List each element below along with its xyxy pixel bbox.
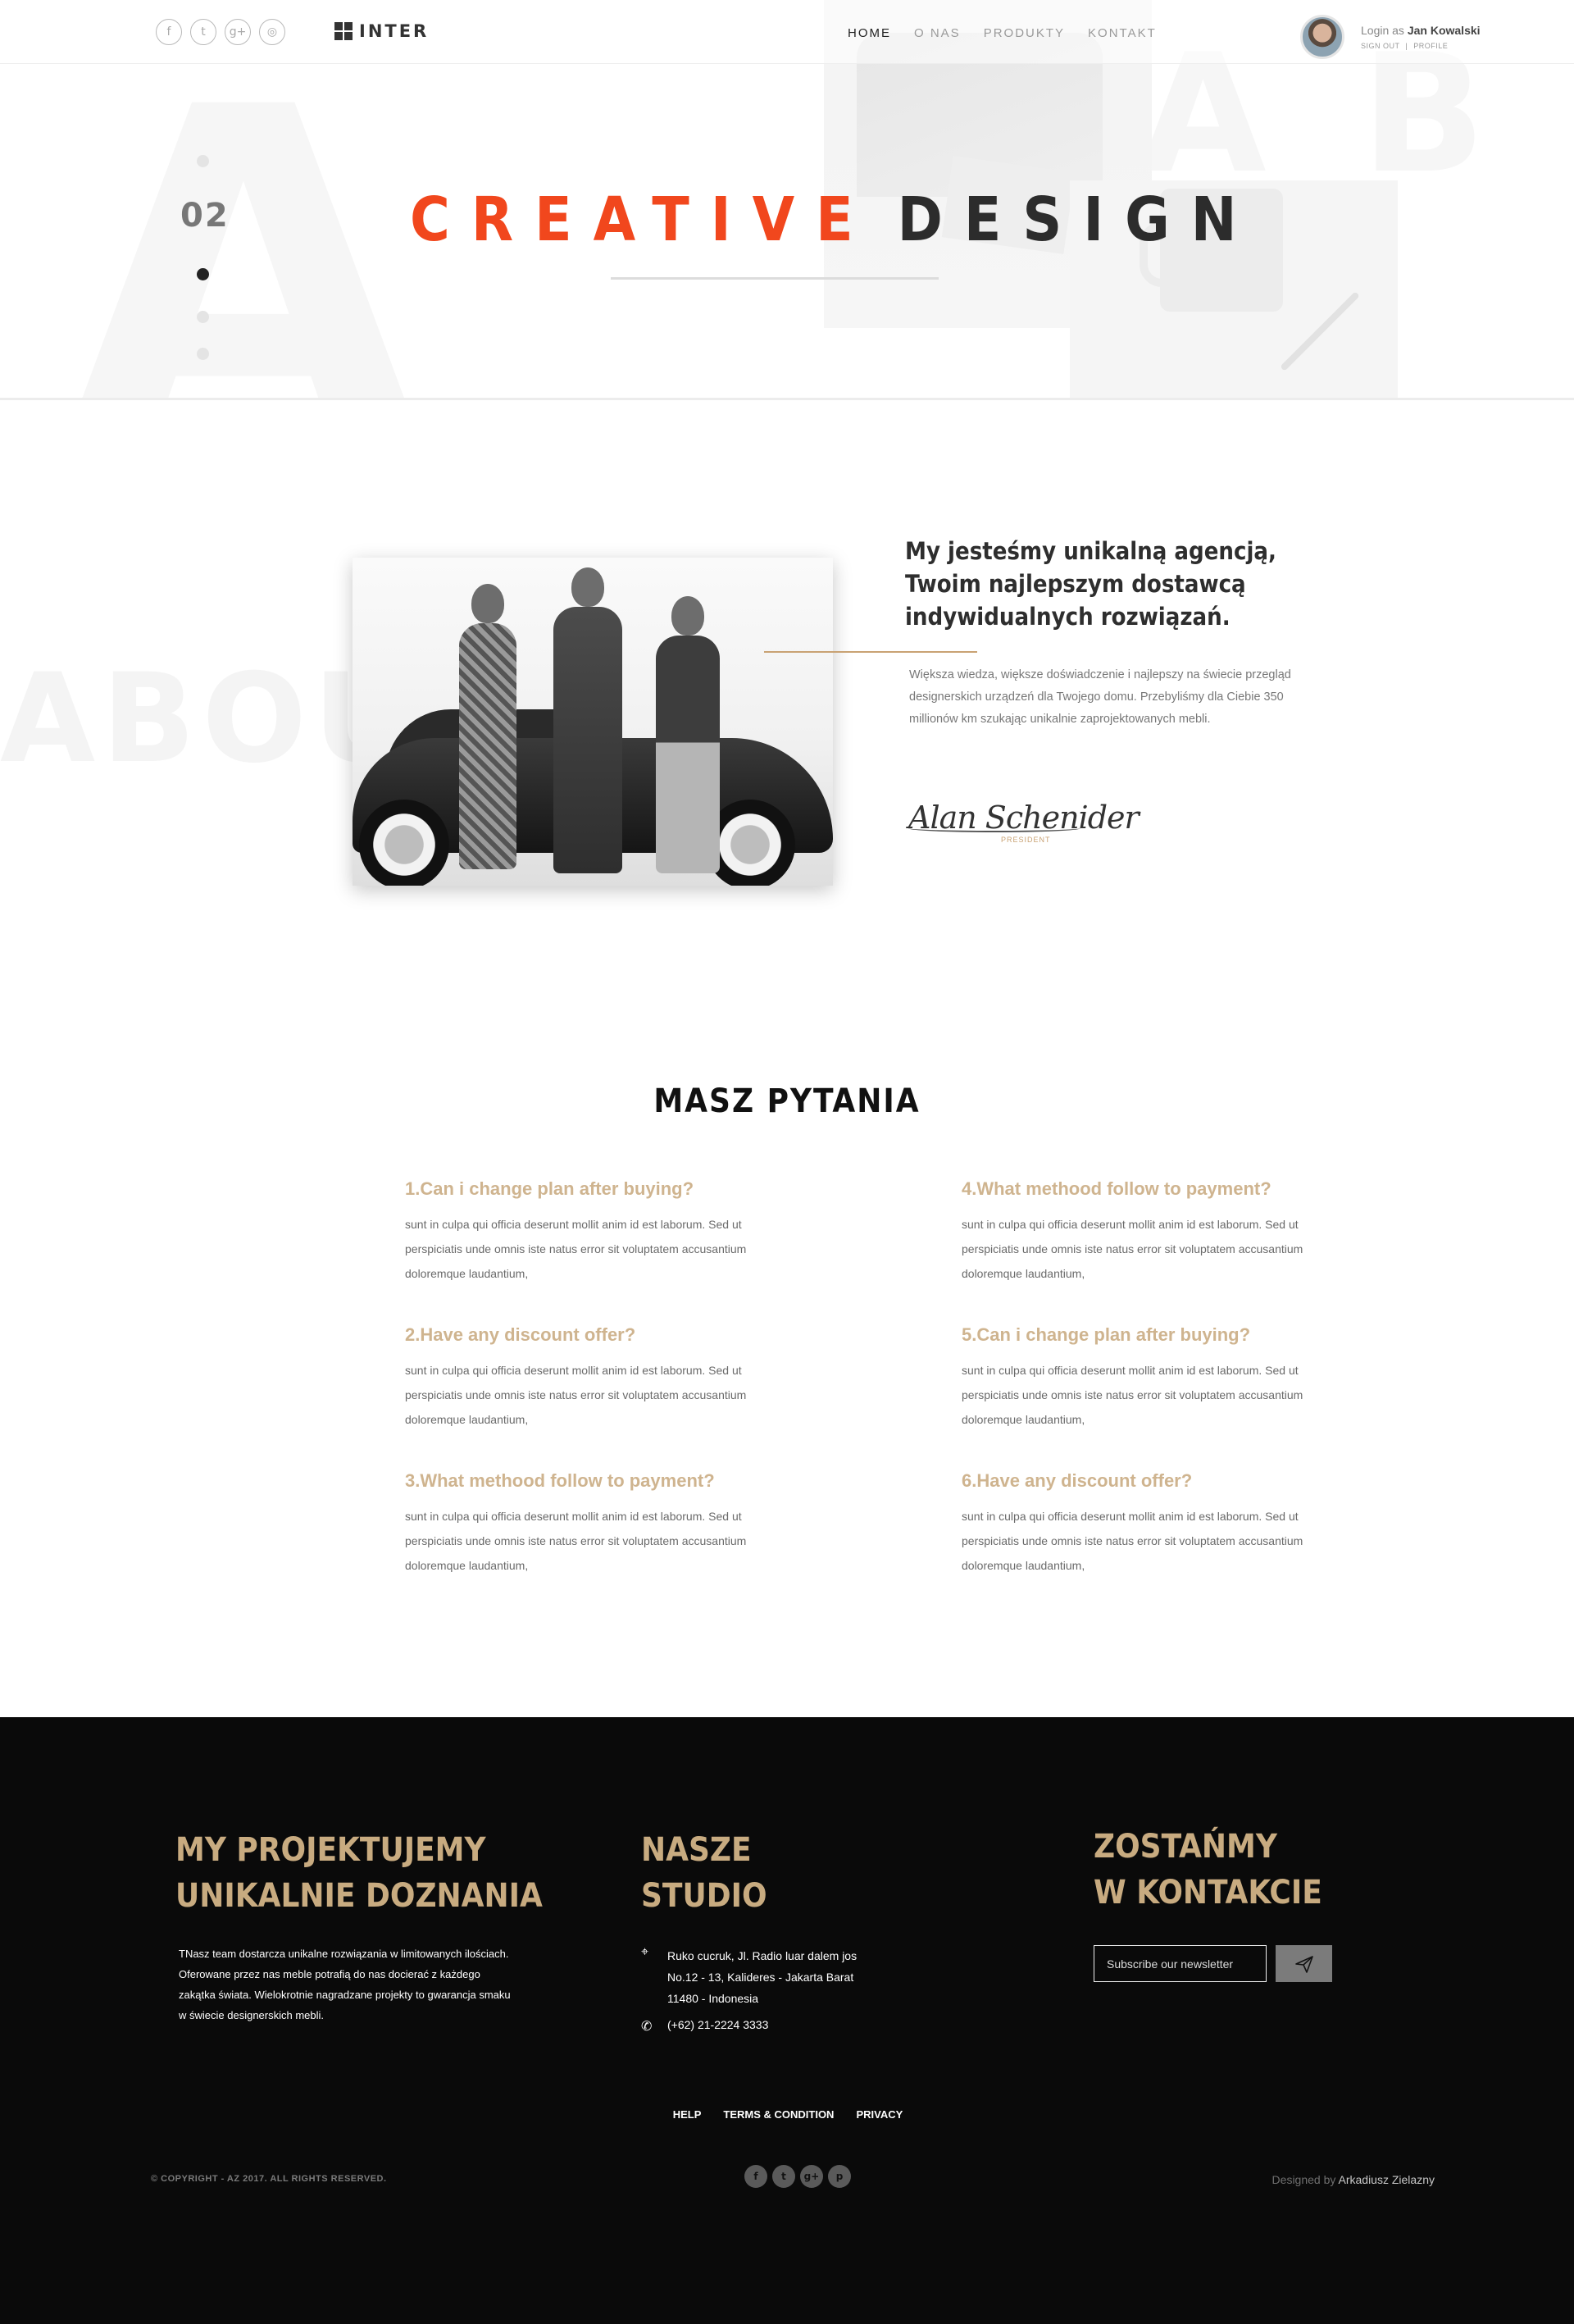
- user-info: Login as Jan Kowalski SIGN OUT | PROFILE: [1361, 24, 1481, 50]
- user-links: SIGN OUT | PROFILE: [1361, 42, 1481, 50]
- slider-dot-4[interactable]: [197, 348, 209, 360]
- logo-text: INTER: [359, 21, 430, 41]
- google-plus-icon[interactable]: g+: [800, 2165, 823, 2188]
- faq-item: 4.What methood follow to payment? sunt i…: [962, 1178, 1331, 1286]
- photo-pen: [1280, 291, 1360, 371]
- designed-prefix: Designed by: [1271, 2173, 1336, 2186]
- footer-col3-heading-line1: ZOSTAŃMY: [1094, 1828, 1277, 1866]
- footer-address: ⌖ Ruko cucruk, Jl. Radio luar dalem jos …: [641, 1945, 880, 2009]
- hero-bg-letter: A: [66, 11, 421, 400]
- footer-col2-heading: NASZE STUDIO: [641, 1827, 767, 1919]
- instagram-icon[interactable]: ◎: [259, 19, 285, 45]
- sign-out-link[interactable]: SIGN OUT: [1361, 42, 1399, 50]
- login-line: Login as Jan Kowalski: [1361, 24, 1481, 37]
- slide-number: 02: [180, 197, 230, 235]
- nav-o-nas[interactable]: O NAS: [914, 26, 961, 40]
- map-pin-icon: ⌖: [641, 1945, 649, 1959]
- phone-icon: ✆: [641, 2020, 653, 2034]
- address-text: Ruko cucruk, Jl. Radio luar dalem jos No…: [667, 1949, 858, 2005]
- faq-item: 1.Can i change plan after buying? sunt i…: [405, 1178, 774, 1286]
- avatar[interactable]: [1300, 15, 1344, 59]
- footer-phone: ✆ (+62) 21-2224 3333: [641, 2018, 768, 2035]
- faq-question: 2.Have any discount offer?: [405, 1324, 636, 1345]
- send-icon: [1294, 1955, 1313, 1973]
- about-photo: [353, 558, 833, 886]
- faq-question: 6.Have any discount offer?: [962, 1470, 1193, 1491]
- site-logo[interactable]: INTER: [334, 21, 429, 41]
- faq-answer: sunt in culpa qui officia deserunt molli…: [962, 1510, 1303, 1572]
- newsletter-send-button[interactable]: [1276, 1945, 1332, 1982]
- slider-dot-2-active[interactable]: [197, 268, 209, 280]
- faq-item: 2.Have any discount offer? sunt in culpa…: [405, 1324, 774, 1432]
- footer-social-links: f t g+ p: [744, 2165, 851, 2188]
- photo-man: [459, 584, 516, 869]
- signature-role: PRESIDENT: [1001, 836, 1051, 844]
- hero-title-rest: DESIGN: [897, 185, 1258, 255]
- facebook-icon[interactable]: f: [744, 2165, 767, 2188]
- hero-title: CREATIVE DESIGN: [410, 185, 1236, 255]
- copyright: © COPYRIGHT - AZ 2017. ALL RIGHTS RESERV…: [151, 2174, 387, 2184]
- footer-col3-heading: ZOSTAŃMY W KONTAKCIE: [1094, 1824, 1322, 1916]
- faq-title: MASZ PYTANIA: [653, 1082, 921, 1120]
- nav-produkty[interactable]: PRODUKTY: [984, 26, 1065, 40]
- faq-question: 5.Can i change plan after buying?: [962, 1324, 1251, 1345]
- faq-question: 1.Can i change plan after buying?: [405, 1178, 694, 1199]
- google-plus-icon[interactable]: g+: [225, 19, 251, 45]
- footer-col1-heading: MY PROJEKTUJEMY UNIKALNIE DOZNANIA: [175, 1827, 543, 1919]
- faq-question: 4.What methood follow to payment?: [962, 1178, 1271, 1199]
- designed-by: Designed by Arkadiusz Zielazny: [1272, 2173, 1435, 2186]
- twitter-icon[interactable]: t: [190, 19, 216, 45]
- about-accent-line: [764, 651, 977, 653]
- logo-grid-icon: [334, 22, 353, 40]
- about-heading: My jesteśmy unikalną agencją, Twoim najl…: [905, 537, 1276, 631]
- faq-answer: sunt in culpa qui officia deserunt molli…: [405, 1510, 747, 1572]
- hero-divider: [611, 277, 939, 280]
- photo-man: [656, 596, 720, 873]
- user-links-separator: |: [1405, 42, 1408, 50]
- footer-link-terms[interactable]: TERMS & CONDITION: [723, 2108, 834, 2121]
- footer-about-text: TNasz team dostarcza unikalne rozwiązani…: [179, 1948, 511, 2021]
- user-panel: Login as Jan Kowalski SIGN OUT | PROFILE: [1300, 15, 1481, 59]
- footer-col2-heading-line1: NASZE: [641, 1831, 752, 1869]
- login-prefix: Login as: [1361, 24, 1404, 37]
- signature-name: Alan Schenider: [908, 800, 1140, 836]
- profile-link[interactable]: PROFILE: [1413, 42, 1448, 50]
- main-nav: HOME O NAS PRODUKTY KONTAKT: [848, 26, 1157, 40]
- facebook-icon[interactable]: f: [156, 19, 182, 45]
- footer-col1-heading-line1: MY PROJEKTUJEMY: [175, 1831, 486, 1869]
- nav-home[interactable]: HOME: [848, 26, 891, 40]
- pinterest-icon[interactable]: p: [828, 2165, 851, 2188]
- footer-col3-heading-line2: W KONTAKCIE: [1094, 1874, 1322, 1912]
- faq-question: 3.What methood follow to payment?: [405, 1470, 715, 1491]
- twitter-icon[interactable]: t: [772, 2165, 795, 2188]
- faq-item: 6.Have any discount offer? sunt in culpa…: [962, 1470, 1331, 1578]
- faq-answer: sunt in culpa qui officia deserunt molli…: [962, 1218, 1303, 1280]
- footer-link-privacy[interactable]: PRIVACY: [856, 2108, 903, 2121]
- site-header: f t g+ ◎ INTER HOME O NAS PRODUKTY KONTA…: [0, 0, 1574, 64]
- photo-scene: [353, 558, 833, 886]
- footer-links: HELP TERMS & CONDITION PRIVACY: [0, 2108, 1574, 2121]
- designer-name[interactable]: Arkadiusz Zielazny: [1339, 2173, 1435, 2186]
- slider-dot-1[interactable]: [197, 155, 209, 167]
- faq-item: 5.Can i change plan after buying? sunt i…: [962, 1324, 1331, 1432]
- user-name: Jan Kowalski: [1407, 24, 1481, 37]
- signature: Alan Schenider PRESIDENT: [908, 800, 1140, 844]
- photo-man: [553, 567, 622, 873]
- footer-col2-heading-line2: STUDIO: [641, 1877, 767, 1915]
- phone-text[interactable]: (+62) 21-2224 3333: [667, 2018, 768, 2035]
- faq-item: 3.What methood follow to payment? sunt i…: [405, 1470, 774, 1578]
- faq-answer: sunt in culpa qui officia deserunt molli…: [405, 1364, 747, 1426]
- footer-col1-heading-line2: UNIKALNIE DOZNANIA: [175, 1877, 543, 1915]
- newsletter-input[interactable]: [1094, 1945, 1267, 1982]
- faq-answer: sunt in culpa qui officia deserunt molli…: [405, 1218, 747, 1280]
- header-social-links: f t g+ ◎: [156, 19, 285, 45]
- nav-kontakt[interactable]: KONTAKT: [1088, 26, 1157, 40]
- about-text: Większa wiedza, większe doświadczenie i …: [909, 668, 1291, 726]
- footer-link-help[interactable]: HELP: [673, 2108, 702, 2121]
- faq-answer: sunt in culpa qui officia deserunt molli…: [962, 1364, 1303, 1426]
- slider-dot-3[interactable]: [197, 311, 209, 323]
- photo-wheel: [359, 800, 449, 886]
- hero-title-accent: CREATIVE: [410, 185, 875, 255]
